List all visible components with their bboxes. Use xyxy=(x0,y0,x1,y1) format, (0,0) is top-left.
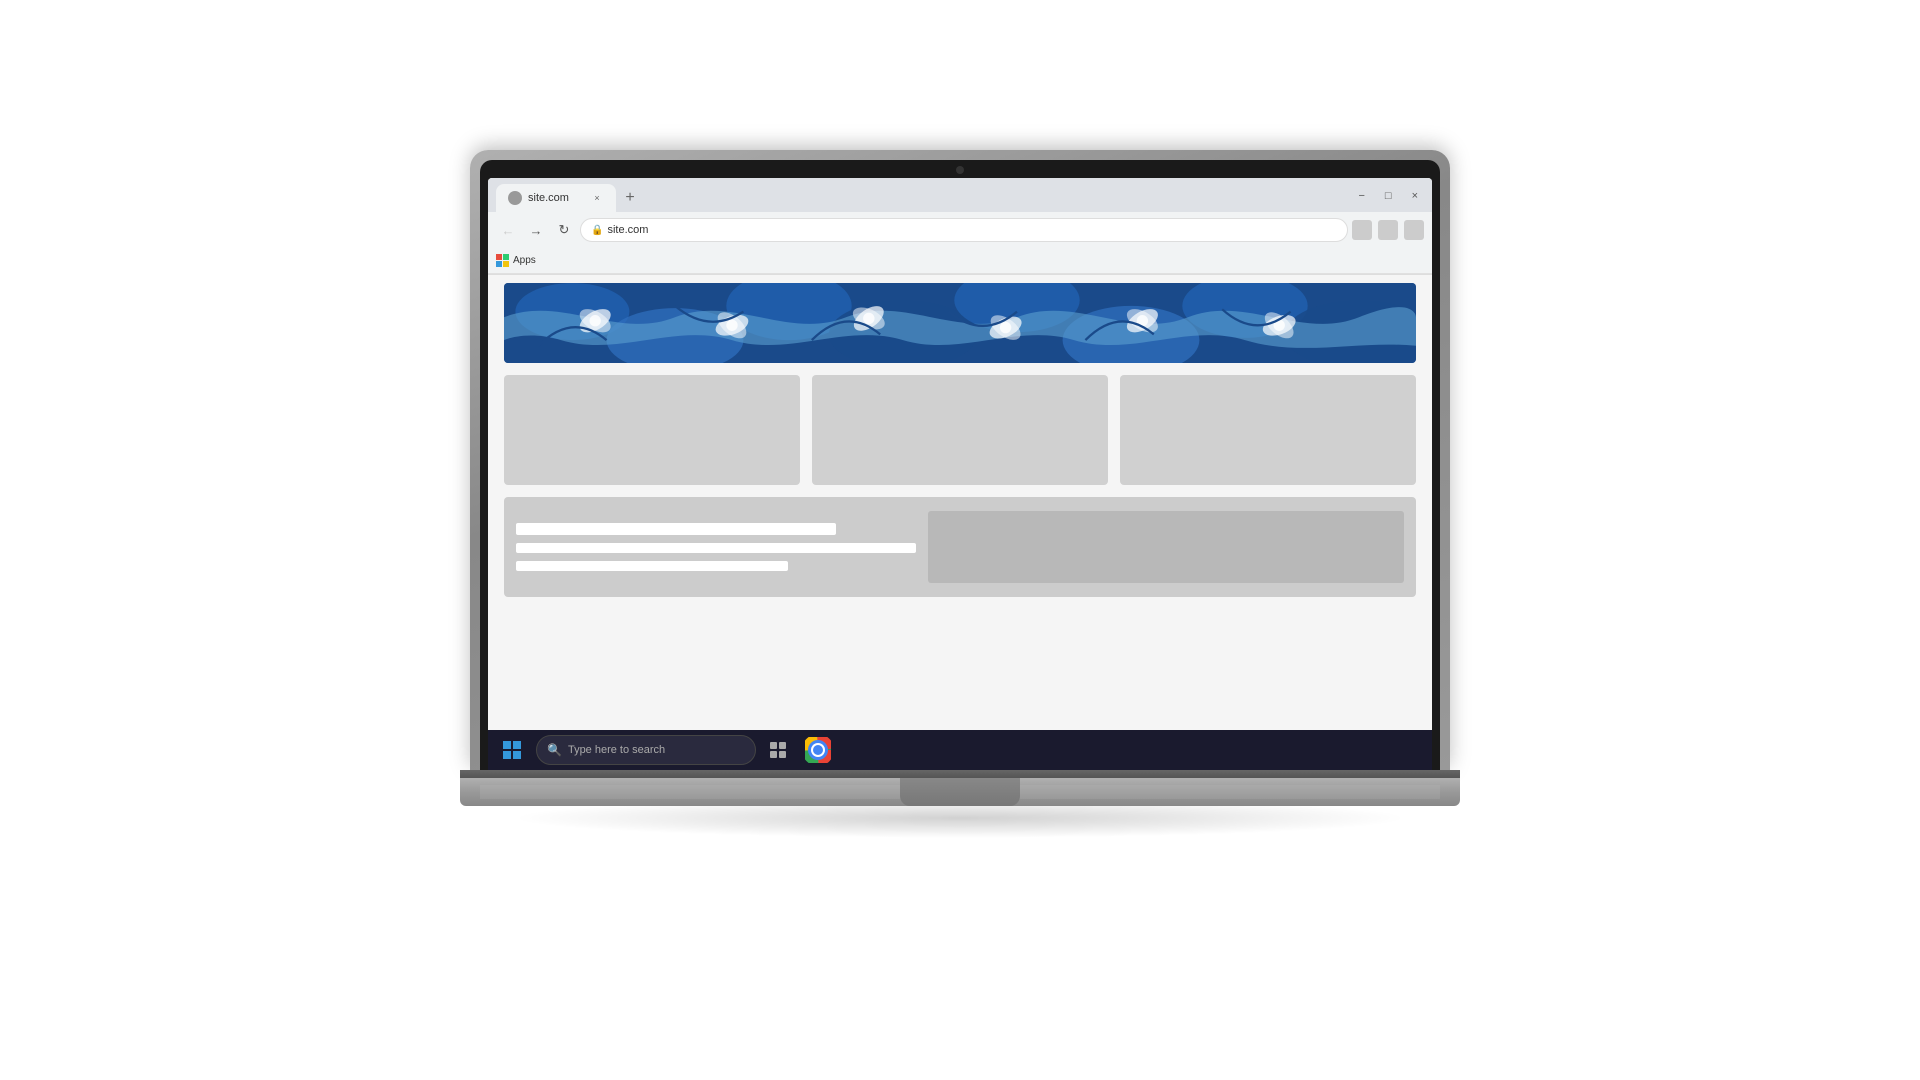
browser-tabs-bar: site.com × + − □ × xyxy=(488,178,1432,212)
address-text: site.com xyxy=(607,224,648,236)
grid-cell-4 xyxy=(503,261,509,267)
text-line-1 xyxy=(516,523,836,535)
forward-button[interactable]: → xyxy=(524,218,548,242)
laptop-keyboard xyxy=(480,785,1440,799)
screen: site.com × + − □ × ← → ↻ 🔒 xyxy=(488,178,1432,770)
grid-cell-1 xyxy=(496,254,502,260)
browser-toolbar: ← → ↻ 🔒 site.com xyxy=(488,212,1432,248)
laptop-base xyxy=(460,778,1460,806)
content-box-2 xyxy=(812,375,1108,485)
close-window-button[interactable]: × xyxy=(1406,190,1424,202)
task-view-button[interactable] xyxy=(760,732,796,768)
tab-title: site.com xyxy=(528,192,569,204)
taskbar-search-bar[interactable]: 🔍 Type here to search xyxy=(536,735,756,765)
win-logo-bl xyxy=(503,751,511,759)
floral-banner xyxy=(504,283,1416,363)
bookmarks-bar: Apps xyxy=(488,248,1432,274)
tab-favicon xyxy=(508,191,522,205)
panel-image-placeholder xyxy=(928,511,1404,583)
content-boxes-grid xyxy=(504,375,1416,485)
content-box-3 xyxy=(1120,375,1416,485)
refresh-button[interactable]: ↻ xyxy=(552,218,576,242)
chrome-browser-icon xyxy=(805,737,831,763)
laptop-lid: site.com × + − □ × ← → ↻ 🔒 xyxy=(470,150,1450,770)
lock-icon: 🔒 xyxy=(591,225,603,236)
browser-tab-active[interactable]: site.com × xyxy=(496,184,616,212)
laptop-container: site.com × + − □ × ← → ↻ 🔒 xyxy=(460,150,1460,930)
floral-svg xyxy=(504,283,1416,363)
taskbar-search-text: Type here to search xyxy=(568,744,665,756)
apps-bookmark[interactable]: Apps xyxy=(496,254,536,267)
window-controls: − □ × xyxy=(1352,190,1424,206)
taskbar-chrome-icon[interactable] xyxy=(800,732,836,768)
extension-icon-1[interactable] xyxy=(1352,220,1372,240)
text-line-2 xyxy=(516,543,916,553)
back-button[interactable]: ← xyxy=(496,218,520,242)
content-box-1 xyxy=(504,375,800,485)
apps-label: Apps xyxy=(513,255,536,266)
windows-start-button[interactable] xyxy=(492,730,532,770)
extension-icon-3[interactable] xyxy=(1404,220,1424,240)
browser-chrome: site.com × + − □ × ← → ↻ 🔒 xyxy=(488,178,1432,275)
minimize-button[interactable]: − xyxy=(1352,190,1370,202)
content-inner xyxy=(488,275,1432,605)
grid-cell-2 xyxy=(503,254,509,260)
toolbar-extensions xyxy=(1352,220,1424,240)
windows-logo-icon xyxy=(503,741,521,759)
new-tab-button[interactable]: + xyxy=(616,184,644,212)
text-lines-area xyxy=(516,511,916,583)
win-logo-tl xyxy=(503,741,511,749)
laptop-hinge xyxy=(460,770,1460,778)
text-line-3 xyxy=(516,561,788,571)
address-bar[interactable]: 🔒 site.com xyxy=(580,218,1348,242)
grid-cell-3 xyxy=(496,261,502,267)
taskbar: 🔍 Type here to search xyxy=(488,730,1432,770)
webcam xyxy=(956,166,964,174)
website-content xyxy=(488,275,1432,770)
win-logo-br xyxy=(513,751,521,759)
task-view-icon xyxy=(769,741,787,759)
taskbar-search-icon: 🔍 xyxy=(547,743,562,757)
win-logo-tr xyxy=(513,741,521,749)
bottom-panel xyxy=(504,497,1416,597)
extension-icon-2[interactable] xyxy=(1378,220,1398,240)
apps-grid-icon xyxy=(496,254,509,267)
maximize-button[interactable]: □ xyxy=(1379,190,1398,202)
tab-close-btn[interactable]: × xyxy=(590,191,604,205)
